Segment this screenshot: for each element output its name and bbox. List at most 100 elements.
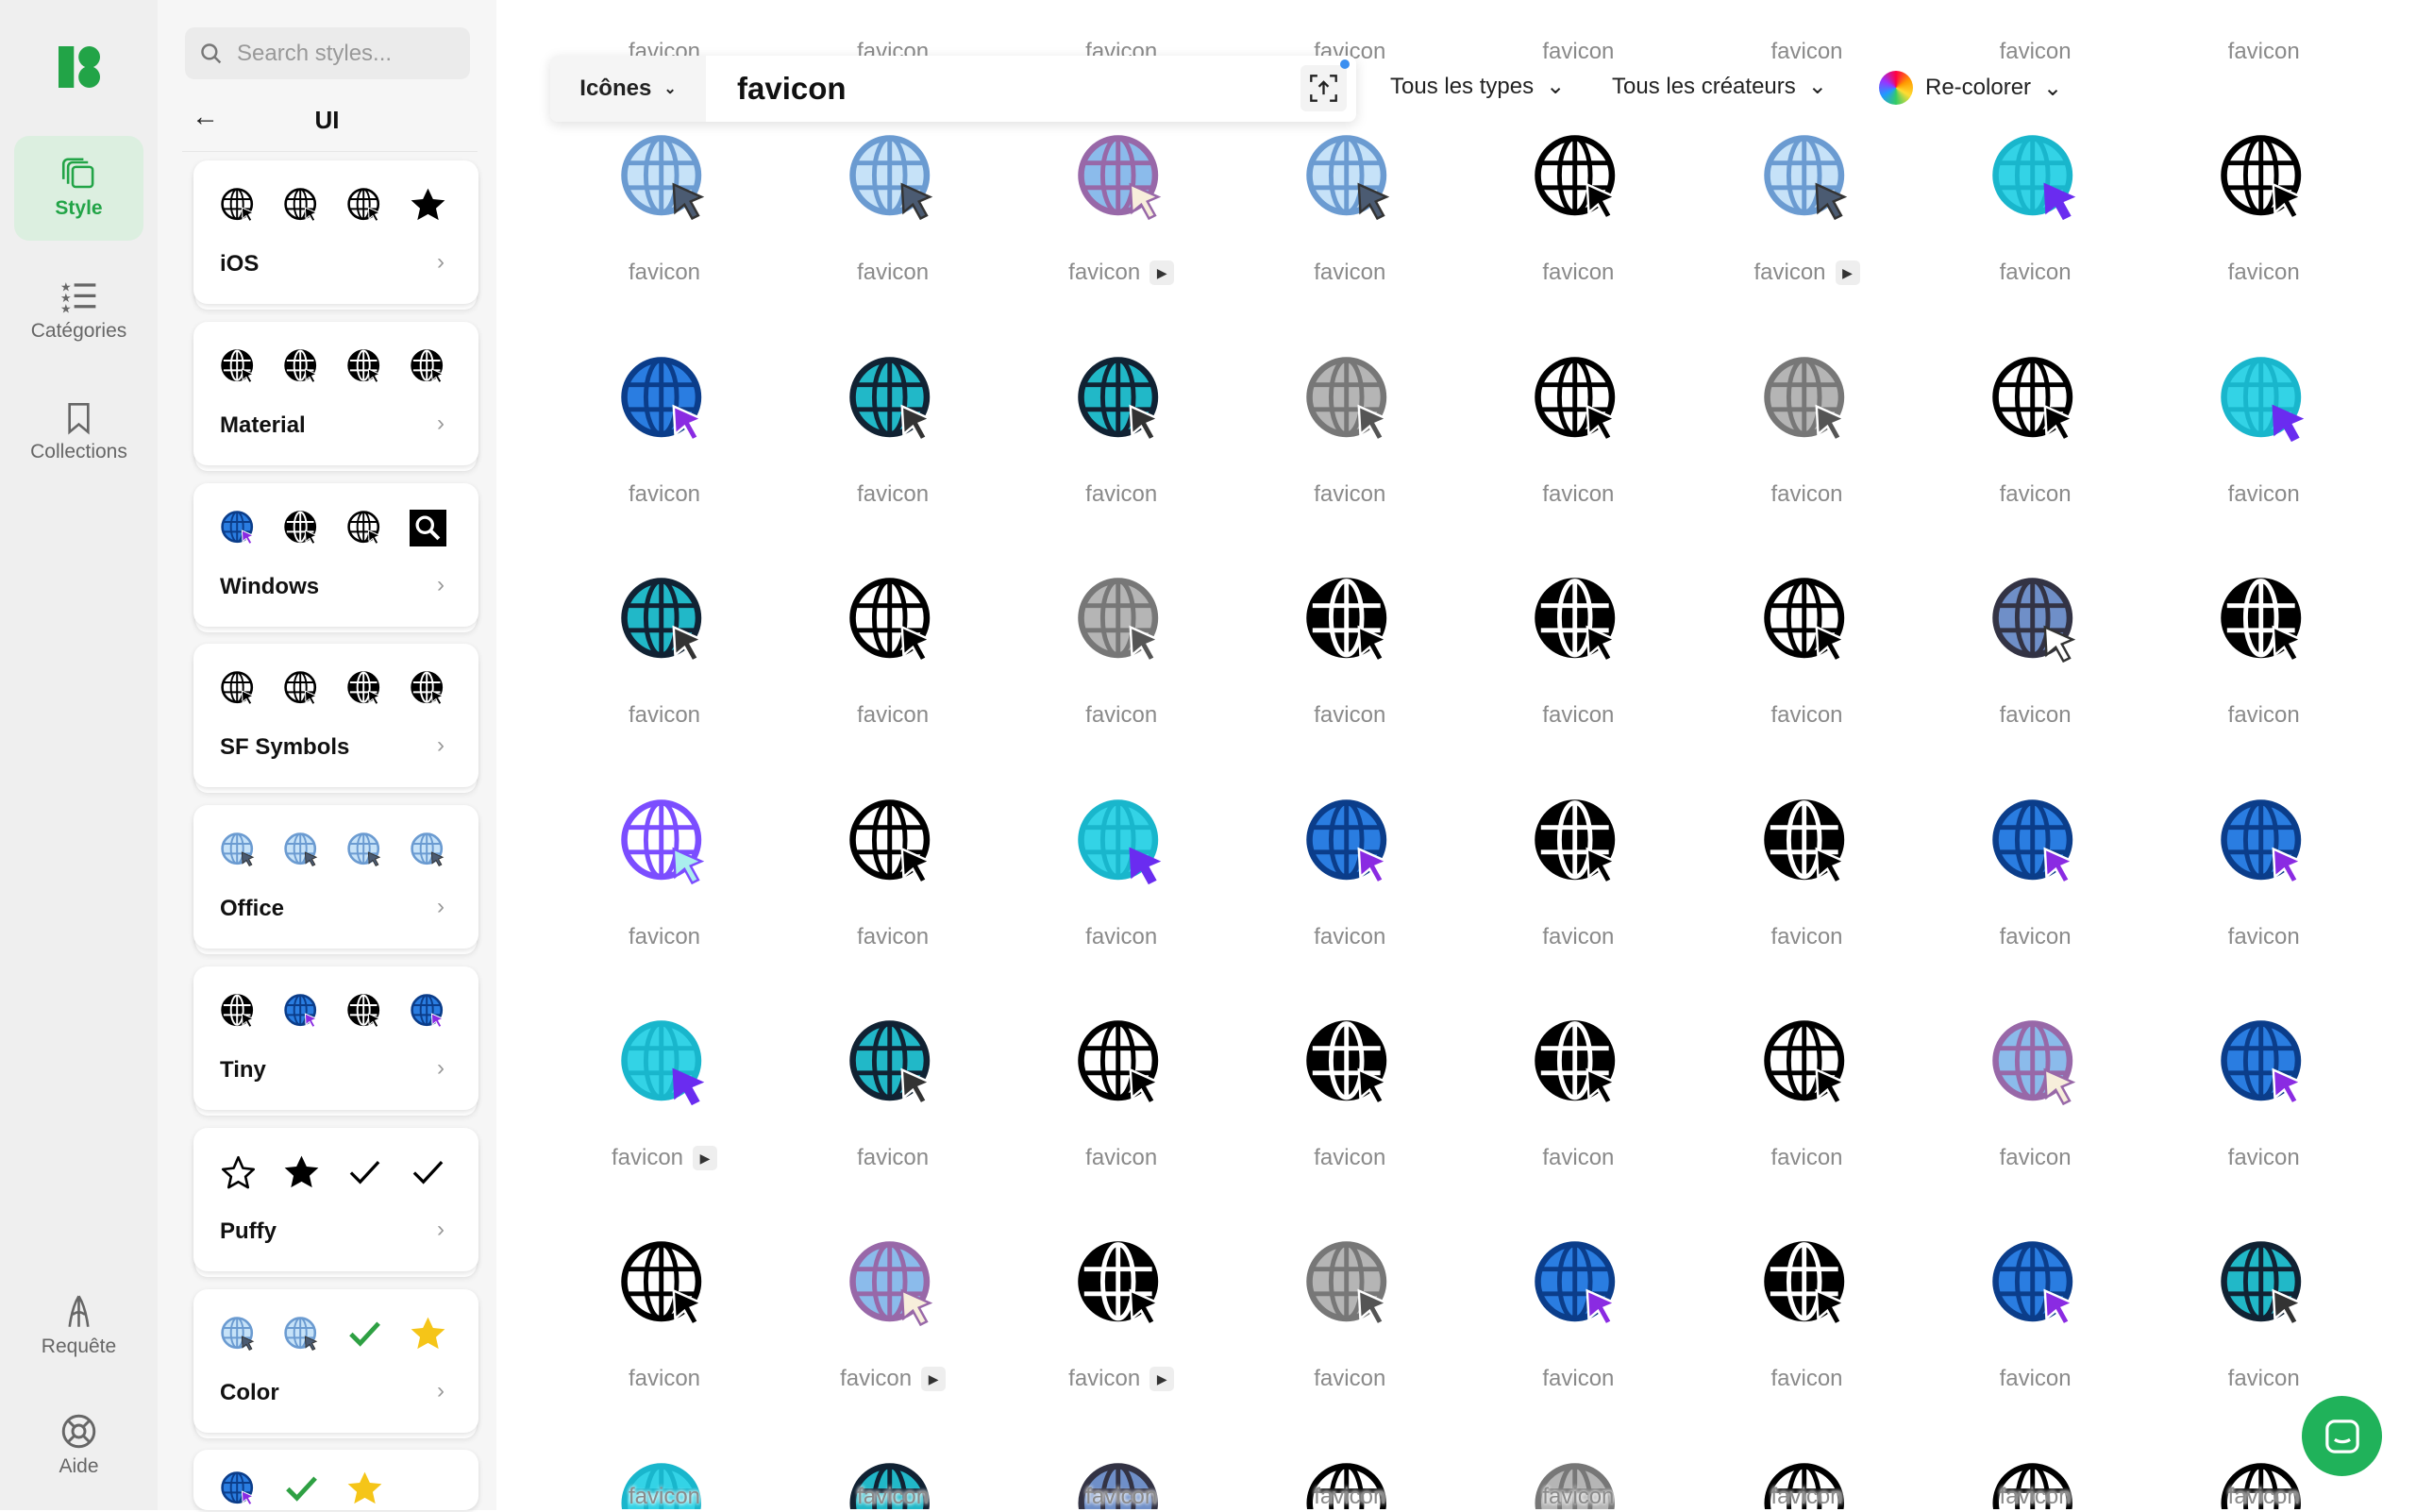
- rail-item-collections[interactable]: Collections: [14, 379, 143, 484]
- style-card-tiny[interactable]: Tiny ›: [193, 966, 478, 1110]
- icon-result[interactable]: favicon: [2150, 344, 2378, 523]
- style-card-sf-symbols[interactable]: SF Symbols ›: [193, 644, 478, 788]
- icon-result[interactable]: favicon: [1464, 344, 1692, 523]
- icon-result[interactable]: favicon: [1693, 564, 1921, 744]
- icon-result[interactable]: favicon: [779, 1007, 1007, 1186]
- icon-result[interactable]: favicon ▶: [1007, 122, 1235, 301]
- icon-result[interactable]: favicon: [1921, 1007, 2150, 1186]
- icon-result[interactable]: favicon: [2150, 1007, 2378, 1186]
- icon-result[interactable]: favicon: [1007, 786, 1235, 966]
- globe-cursor-icon: [1078, 135, 1162, 221]
- types-filter[interactable]: Tous les types ⌄: [1390, 73, 1565, 100]
- icon-result[interactable]: favicon: [1921, 0, 2150, 80]
- icon-result[interactable]: favicon: [550, 344, 779, 523]
- icon-result[interactable]: favicon: [1235, 122, 1464, 301]
- search-input[interactable]: [706, 56, 1300, 122]
- play-icon[interactable]: ▶: [1149, 260, 1175, 286]
- play-icon[interactable]: ▶: [693, 1146, 718, 1170]
- icon-result[interactable]: favicon: [1464, 1450, 1692, 1510]
- icon-result[interactable]: favicon: [1464, 122, 1692, 301]
- play-icon[interactable]: ▶: [921, 1367, 947, 1392]
- icon-result[interactable]: favicon: [1235, 786, 1464, 966]
- icon-result[interactable]: favicon: [1007, 1007, 1235, 1186]
- icon-result[interactable]: favicon: [1464, 786, 1692, 966]
- style-search-input[interactable]: Search styles...: [185, 27, 470, 79]
- style-name: SF Symbols: [220, 734, 350, 761]
- style-card-material[interactable]: Material ›: [193, 321, 478, 465]
- style-card-office[interactable]: Office ›: [193, 805, 478, 949]
- style-card-windows[interactable]: Windows ›: [193, 482, 478, 627]
- asset-type-dropdown[interactable]: Icônes ⌄: [550, 56, 706, 122]
- icon-result[interactable]: favicon: [1693, 0, 1921, 80]
- icon-result[interactable]: favicon: [1235, 1228, 1464, 1407]
- icon-result[interactable]: favicon: [1921, 1228, 2150, 1407]
- rail-label: Catégories: [30, 319, 127, 342]
- chat-button[interactable]: [2302, 1396, 2382, 1476]
- icon-name: favicon: [1542, 702, 1615, 729]
- creators-filter[interactable]: Tous les créateurs ⌄: [1612, 73, 1827, 100]
- icon-result[interactable]: favicon: [1007, 344, 1235, 523]
- icon-result[interactable]: favicon: [550, 122, 779, 301]
- icon-name: favicon: [857, 260, 930, 286]
- icon-result[interactable]: favicon: [1464, 564, 1692, 744]
- style-card-more[interactable]: [193, 1450, 478, 1511]
- icon-result[interactable]: favicon: [2150, 1228, 2378, 1407]
- icon-result[interactable]: favicon ▶: [1693, 122, 1921, 301]
- style-card-puffy[interactable]: Puffy ›: [193, 1127, 478, 1271]
- icon-result[interactable]: favicon: [779, 564, 1007, 744]
- back-arrow-icon[interactable]: ←: [192, 102, 219, 133]
- icon-result[interactable]: favicon: [2150, 564, 2378, 744]
- icon-name: favicon: [1999, 1483, 2072, 1509]
- icon-name: favicon: [2227, 1366, 2300, 1392]
- icon-result[interactable]: favicon: [1921, 344, 2150, 523]
- icon-result[interactable]: favicon: [1921, 1450, 2150, 1510]
- icon-result[interactable]: favicon: [2150, 0, 2378, 80]
- icon-result[interactable]: favicon: [1693, 1007, 1921, 1186]
- icon-result[interactable]: favicon: [779, 344, 1007, 523]
- icon-result[interactable]: favicon: [1693, 1228, 1921, 1407]
- rail-item-style[interactable]: Style: [14, 136, 143, 241]
- style-card-ios[interactable]: iOS ›: [193, 160, 478, 304]
- icon-result[interactable]: favicon: [1007, 1450, 1235, 1510]
- icon-result[interactable]: favicon: [1464, 0, 1692, 80]
- icon-result[interactable]: favicon: [1235, 344, 1464, 523]
- image-search-button[interactable]: [1300, 59, 1350, 111]
- recolor-filter[interactable]: Re-colorer ⌄: [1879, 71, 2062, 105]
- icon-result[interactable]: favicon: [1921, 122, 2150, 301]
- icon-result[interactable]: favicon: [1007, 564, 1235, 744]
- icon-result[interactable]: favicon: [1921, 564, 2150, 744]
- icon-result[interactable]: favicon: [1235, 564, 1464, 744]
- icon-result[interactable]: favicon: [2150, 786, 2378, 966]
- icon-result[interactable]: favicon ▶: [1007, 1228, 1235, 1407]
- icon-result[interactable]: favicon: [779, 122, 1007, 301]
- icon-result[interactable]: favicon ▶: [779, 1228, 1007, 1407]
- icon-label: favicon: [1921, 1365, 2150, 1393]
- icon-result[interactable]: favicon: [550, 1228, 779, 1407]
- globe-cursor-icon: [1991, 1241, 2075, 1327]
- play-icon[interactable]: ▶: [1149, 1367, 1175, 1392]
- style-card-color[interactable]: Color ›: [193, 1288, 478, 1433]
- icon-name: favicon: [2227, 1145, 2300, 1170]
- icon-result[interactable]: favicon: [1235, 1007, 1464, 1186]
- icon-result[interactable]: favicon: [779, 1450, 1007, 1510]
- icon-result[interactable]: favicon: [779, 786, 1007, 966]
- icon-result[interactable]: favicon: [550, 1450, 779, 1510]
- rail-item-request[interactable]: Requête: [14, 1273, 143, 1378]
- globe-cursor-icon: [1078, 357, 1162, 442]
- icon-result[interactable]: favicon: [1693, 1450, 1921, 1510]
- rail-item-help[interactable]: Aide: [14, 1393, 143, 1498]
- icon-result[interactable]: favicon: [1693, 344, 1921, 523]
- icon-result[interactable]: favicon: [1921, 786, 2150, 966]
- icon-result[interactable]: favicon: [1693, 786, 1921, 966]
- globe-cursor-icon: [220, 993, 257, 1030]
- icon-result[interactable]: favicon: [2150, 122, 2378, 301]
- icon-result[interactable]: favicon: [1464, 1228, 1692, 1407]
- rail-item-categories[interactable]: ★ ★ ★ Catégories: [14, 259, 143, 363]
- icon-result[interactable]: favicon ▶: [550, 1007, 779, 1186]
- icon-name: favicon: [857, 702, 930, 729]
- play-icon[interactable]: ▶: [1835, 260, 1860, 286]
- icon-result[interactable]: favicon: [1464, 1007, 1692, 1186]
- icon-result[interactable]: favicon: [550, 564, 779, 744]
- icon-result[interactable]: favicon: [1235, 1450, 1464, 1510]
- icon-result[interactable]: favicon: [550, 786, 779, 966]
